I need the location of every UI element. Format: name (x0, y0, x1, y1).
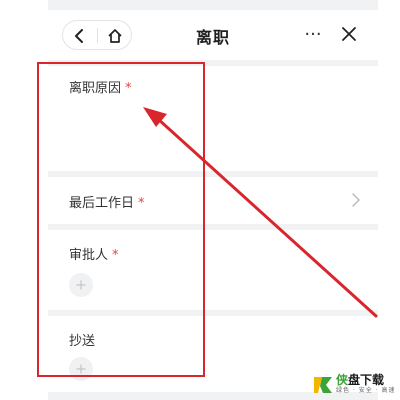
last-day-field[interactable]: 最后工作日 * (48, 177, 378, 224)
navigation-bar: 离职 ··· (48, 10, 378, 60)
required-mark: * (125, 81, 132, 96)
watermark-text: 侠盘下载 绿色 · 安全 · 高速 (336, 374, 395, 394)
plus-icon (76, 280, 86, 290)
more-dots-icon: ··· (304, 23, 322, 45)
close-icon (342, 27, 356, 41)
plus-icon (76, 364, 86, 374)
reason-label: 离职原因 * (69, 81, 132, 96)
page-title: 离职 (195, 28, 230, 47)
more-button[interactable]: ··· (300, 22, 326, 46)
watermark-brand: 侠盘下载 (336, 373, 385, 387)
reason-input[interactable] (69, 100, 359, 162)
watermark: 侠盘下载 绿色 · 安全 · 高速 (312, 370, 398, 398)
cc-label: 抄送 (69, 334, 96, 349)
chevron-right-icon[interactable] (350, 193, 362, 207)
approver-field: 审批人 * (48, 230, 378, 310)
last-day-label: 最后工作日 * (69, 196, 145, 211)
watermark-slogan: 绿色 · 安全 · 高速 (336, 387, 396, 394)
add-approver-button[interactable] (69, 273, 93, 297)
watermark-logo-icon (314, 377, 332, 393)
approver-label: 审批人 * (69, 248, 119, 263)
close-button[interactable] (336, 22, 362, 46)
required-mark: * (112, 248, 119, 263)
reason-field: 离职原因 * (48, 66, 378, 171)
add-cc-button[interactable] (69, 357, 93, 381)
app-window: 离职 ··· 离职原因 * 最后工作日 * 审批人 * 抄送 (48, 0, 378, 400)
required-mark: * (138, 196, 145, 211)
